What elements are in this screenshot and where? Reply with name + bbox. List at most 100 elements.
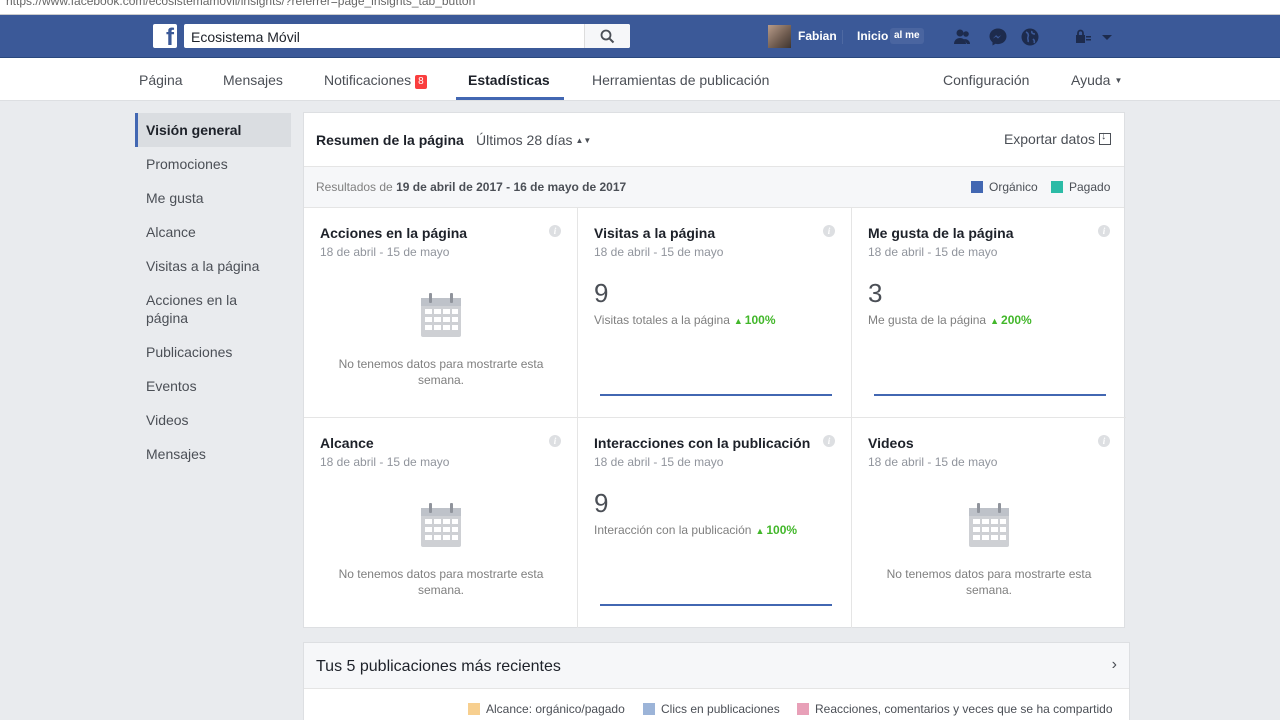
date-range-select[interactable]: Últimos 28 días ▲▼: [476, 132, 591, 148]
info-icon[interactable]: i: [549, 435, 561, 447]
search-button[interactable]: [584, 24, 630, 48]
info-icon[interactable]: i: [1098, 435, 1110, 447]
chevron-right-icon[interactable]: ›: [1112, 656, 1117, 674]
sidebar-item-videos[interactable]: Videos: [135, 403, 291, 437]
clics-swatch: [643, 703, 655, 715]
legend-alcance: Alcance: orgánico/pagado: [468, 702, 625, 716]
search-input[interactable]: Ecosistema Móvil: [191, 29, 300, 45]
sparkline-me-gusta: [874, 394, 1106, 396]
browser-url-bar[interactable]: https://www.facebook.com/ecosistemamovil…: [0, 0, 1280, 15]
reacciones-swatch: [797, 703, 809, 715]
sidebar-item-eventos[interactable]: Eventos: [135, 369, 291, 403]
sidebar-item-alcance[interactable]: Alcance: [135, 215, 291, 249]
recent-posts-header[interactable]: Tus 5 publicaciones más recientes ›: [304, 643, 1129, 689]
sort-arrows-icon: ▲▼: [575, 136, 592, 145]
metric-card-acciones[interactable]: Acciones en la página 18 de abril - 15 d…: [304, 208, 578, 418]
organic-swatch: [971, 181, 983, 193]
home-badge: al me: [890, 28, 924, 44]
caret-down-icon[interactable]: [1100, 27, 1114, 47]
empty-state-text: No tenemos datos para mostrarte esta sem…: [886, 567, 1092, 597]
metric-card-visitas[interactable]: Visitas a la página 18 de abril - 15 de …: [578, 208, 852, 418]
metric-card-me-gusta[interactable]: Me gusta de la página 18 de abril - 15 d…: [852, 208, 1126, 418]
metric-title: Videos: [868, 435, 914, 451]
metric-subtitle: Visitas totales a la página100%: [594, 313, 776, 327]
avatar[interactable]: [768, 25, 791, 48]
summary-title: Resumen de la página: [316, 132, 464, 148]
metrics-grid: Acciones en la página 18 de abril - 15 d…: [304, 208, 1126, 628]
search-icon: [600, 29, 615, 44]
sidebar-item-mensajes[interactable]: Mensajes: [135, 437, 291, 471]
lock-icon[interactable]: [1074, 27, 1092, 47]
metric-date: 18 de abril - 15 de mayo: [320, 455, 450, 469]
notification-count-badge: 8: [415, 75, 427, 89]
insights-sidebar: Visión general Promociones Me gusta Alca…: [135, 113, 291, 471]
metric-card-videos[interactable]: Videos 18 de abril - 15 de mayo i No ten…: [852, 418, 1126, 628]
recent-posts-card: Tus 5 publicaciones más recientes › Alca…: [303, 642, 1130, 720]
page-tab-bar: Página Mensajes Notificaciones 8 Estadíst…: [0, 58, 1280, 101]
metric-date: 18 de abril - 15 de mayo: [868, 245, 998, 259]
facebook-top-bar: f Ecosistema Móvil Fabian Inicio al me: [0, 15, 1280, 58]
info-icon[interactable]: i: [823, 435, 835, 447]
metric-title: Acciones en la página: [320, 225, 468, 241]
profile-link[interactable]: Fabian: [798, 29, 837, 43]
facebook-logo-icon[interactable]: f: [153, 24, 177, 50]
sidebar-item-acciones[interactable]: Acciones en la página: [135, 283, 291, 335]
metric-card-interacciones[interactable]: Interacciones con la publicación 18 de a…: [578, 418, 852, 628]
download-icon: [1099, 130, 1111, 145]
friends-icon[interactable]: [952, 27, 972, 47]
tab-pagina[interactable]: Página: [139, 72, 183, 88]
recent-posts-title: Tus 5 publicaciones más recientes: [316, 658, 561, 675]
summary-header: Resumen de la página Últimos 28 días ▲▼ E…: [304, 113, 1124, 167]
tab-ayuda[interactable]: Ayuda ▼: [1071, 72, 1122, 88]
tab-mensajes[interactable]: Mensajes: [223, 72, 283, 88]
tab-notificaciones[interactable]: Notificaciones 8: [324, 72, 427, 89]
metric-date: 18 de abril - 15 de mayo: [594, 455, 724, 469]
metric-card-alcance[interactable]: Alcance 18 de abril - 15 de mayo i No te…: [304, 418, 578, 628]
paid-swatch: [1051, 181, 1063, 193]
alcance-swatch: [468, 703, 480, 715]
metric-title: Interacciones con la publicación: [594, 435, 811, 451]
sidebar-item-publicaciones[interactable]: Publicaciones: [135, 335, 291, 369]
metric-date: 18 de abril - 15 de mayo: [594, 245, 724, 259]
tab-herramientas-publicacion[interactable]: Herramientas de publicación: [592, 72, 769, 88]
results-bar: Resultados de 19 de abril de 2017 - 16 d…: [304, 167, 1124, 208]
metric-title: Visitas a la página: [594, 225, 716, 241]
metric-value: 9: [594, 488, 609, 518]
sidebar-item-me-gusta[interactable]: Me gusta: [135, 181, 291, 215]
info-icon[interactable]: i: [823, 225, 835, 237]
sidebar-item-visitas[interactable]: Visitas a la página: [135, 249, 291, 283]
url-text: https://www.facebook.com/ecosistemamovil…: [6, 0, 476, 8]
calendar-icon: [421, 503, 461, 547]
home-link[interactable]: Inicio: [857, 29, 888, 43]
metric-value: 3: [868, 278, 883, 308]
page-summary-card: Resumen de la página Últimos 28 días ▲▼ E…: [303, 112, 1126, 628]
metric-date: 18 de abril - 15 de mayo: [868, 455, 998, 469]
results-range-text: Resultados de 19 de abril de 2017 - 16 d…: [316, 180, 627, 194]
metric-title: Me gusta de la página: [868, 225, 1014, 241]
info-icon[interactable]: i: [1098, 225, 1110, 237]
active-tab-indicator: [456, 97, 564, 100]
calendar-icon: [421, 293, 461, 337]
info-icon[interactable]: i: [549, 225, 561, 237]
legend-clics: Clics en publicaciones: [643, 702, 780, 716]
sidebar-item-vision-general[interactable]: Visión general: [135, 113, 291, 147]
tab-configuracion[interactable]: Configuración: [943, 72, 1029, 88]
metric-delta: 200%: [990, 313, 1032, 327]
search-box[interactable]: Ecosistema Móvil: [184, 24, 630, 48]
caret-down-icon: ▼: [1114, 76, 1123, 85]
divider: [842, 30, 843, 44]
globe-icon[interactable]: [1020, 27, 1040, 47]
calendar-icon: [969, 503, 1009, 547]
empty-state-text: No tenemos datos para mostrarte esta sem…: [338, 567, 544, 597]
sparkline-visitas: [600, 394, 832, 396]
empty-state-text: No tenemos datos para mostrarte esta sem…: [338, 357, 544, 387]
metric-title: Alcance: [320, 435, 374, 451]
metric-value: 9: [594, 278, 609, 308]
messenger-icon[interactable]: [988, 27, 1008, 47]
export-data-button[interactable]: Exportar datos: [1004, 130, 1111, 147]
legend-organic: Orgánico: [971, 180, 1038, 194]
sidebar-item-promociones[interactable]: Promociones: [135, 147, 291, 181]
legend-paid: Pagado: [1051, 180, 1110, 194]
sparkline-interacciones: [600, 604, 832, 606]
tab-estadisticas[interactable]: Estadísticas: [468, 72, 550, 88]
